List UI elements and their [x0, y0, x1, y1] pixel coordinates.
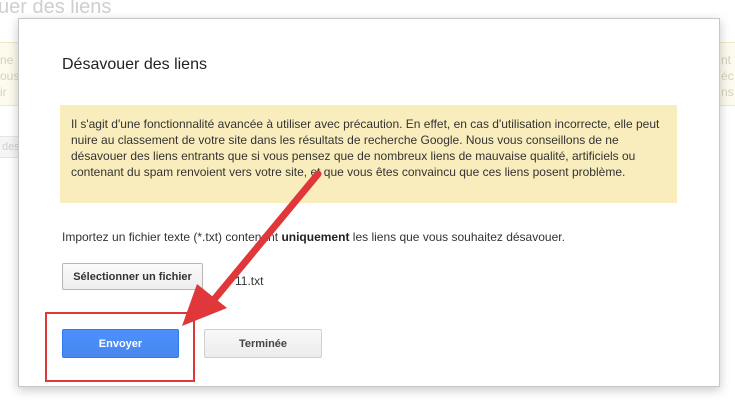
- background-notice-text: ir: [0, 85, 7, 99]
- send-button[interactable]: Envoyer: [62, 329, 179, 358]
- background-notice-text: ous: [0, 69, 20, 83]
- instruction-text: Importez un fichier texte (*.txt) conten…: [62, 230, 282, 244]
- warning-box: Il s'agit d'une fonctionnalité avancée à…: [60, 105, 677, 203]
- instruction-text-end: les liens que vous souhaitez désavouer.: [349, 230, 565, 244]
- selected-file-name: 11.txt: [235, 274, 264, 288]
- background-page-title: uer des liens: [0, 0, 112, 18]
- instruction-emphasis: uniquement: [281, 230, 350, 244]
- background-notice-text: éc: [721, 69, 734, 83]
- background-notice-text: nt: [721, 53, 732, 67]
- background-notice-right: nt éc ns: [719, 42, 735, 106]
- background-notice-text: ns: [721, 85, 734, 99]
- background-notice-text: ne: [0, 53, 14, 67]
- disavow-dialog: Désavouer des liens Il s'agit d'une fonc…: [18, 18, 720, 387]
- choose-file-button[interactable]: Sélectionner un fichier: [62, 263, 203, 290]
- done-button[interactable]: Terminée: [204, 329, 322, 358]
- upload-instruction: Importez un fichier texte (*.txt) conten…: [62, 230, 565, 244]
- dialog-title: Désavouer des liens: [62, 56, 207, 73]
